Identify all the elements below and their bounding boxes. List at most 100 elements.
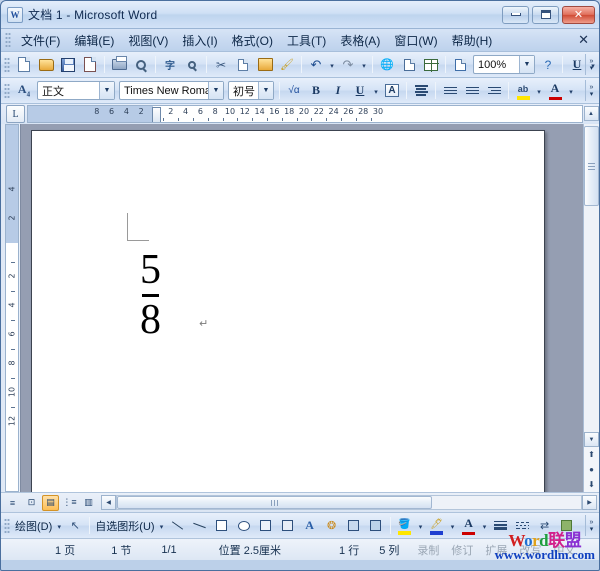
permission-icon[interactable] bbox=[79, 54, 101, 75]
drawing-toolbar-grip[interactable] bbox=[4, 518, 10, 534]
draw-menu-button[interactable]: 绘图(D) bbox=[13, 518, 54, 534]
arrow-style-icon[interactable]: ⇄ bbox=[534, 515, 556, 536]
standard-toolbar-grip[interactable] bbox=[4, 57, 10, 73]
cut-icon[interactable]: ✂ bbox=[210, 54, 232, 75]
underline-icon[interactable]: U bbox=[349, 80, 371, 101]
menu-grip-handle[interactable] bbox=[5, 32, 11, 48]
status-language[interactable]: 中文 bbox=[547, 542, 581, 558]
fraction-field[interactable]: 5 8 bbox=[140, 249, 161, 341]
menu-tools[interactable]: 工具(T) bbox=[280, 29, 333, 52]
line-color-icon[interactable]: 🖊 bbox=[426, 515, 448, 536]
increase-indent-icon[interactable] bbox=[483, 80, 505, 101]
previous-page-button[interactable]: ⬆ bbox=[584, 447, 599, 462]
normal-view-icon[interactable]: ≡ bbox=[4, 495, 21, 511]
numbered-list-icon[interactable] bbox=[439, 80, 461, 101]
paste-icon[interactable] bbox=[254, 54, 276, 75]
highlight-icon[interactable]: ab bbox=[512, 80, 534, 101]
menu-view[interactable]: 视图(V) bbox=[121, 29, 175, 52]
status-extend[interactable]: 扩展 bbox=[479, 542, 513, 558]
vertical-scrollbar[interactable]: ▼ ⬆ ● ⬇ bbox=[583, 124, 599, 492]
status-revision[interactable]: 修订 bbox=[445, 542, 479, 558]
copy-icon[interactable] bbox=[232, 54, 254, 75]
underline-dropdown-arrow[interactable]: ▾ bbox=[371, 80, 381, 101]
character-border-icon[interactable]: A bbox=[381, 80, 403, 101]
line-style-icon[interactable] bbox=[490, 515, 512, 536]
horizontal-scrollbar[interactable]: ◀ ▶ bbox=[101, 495, 597, 511]
shadow-style-icon[interactable] bbox=[556, 515, 578, 536]
outline-view-icon[interactable]: ⋮≡ bbox=[61, 495, 78, 511]
line-icon[interactable] bbox=[167, 515, 189, 536]
minimize-button[interactable] bbox=[502, 6, 529, 24]
formatting-toolbar-grip[interactable] bbox=[4, 83, 10, 99]
text-box-icon[interactable] bbox=[255, 515, 277, 536]
document-page[interactable]: 5 8 ↵ bbox=[31, 130, 545, 492]
tab-selector-button[interactable]: L bbox=[6, 105, 25, 123]
redo-icon[interactable]: ↷ bbox=[337, 54, 359, 75]
document-canvas[interactable]: 5 8 ↵ bbox=[20, 124, 583, 492]
web-layout-view-icon[interactable]: ⊡ bbox=[23, 495, 40, 511]
horizontal-scroll-track[interactable] bbox=[116, 495, 582, 510]
align-center-icon[interactable] bbox=[410, 80, 432, 101]
insert-diagram-icon[interactable]: ❂ bbox=[321, 515, 343, 536]
standard-toolbar-overflow-button[interactable]: »▾ bbox=[585, 54, 597, 75]
menu-help[interactable]: 帮助(H) bbox=[445, 29, 500, 52]
equation-icon[interactable]: √α bbox=[283, 80, 305, 101]
insert-wordart-icon[interactable]: A bbox=[299, 515, 321, 536]
autoshapes-menu-button[interactable]: 自选图形(U) bbox=[93, 518, 156, 534]
print-layout-view-icon[interactable]: ▤ bbox=[42, 495, 59, 511]
styles-and-formatting-icon[interactable]: A4 bbox=[13, 80, 35, 101]
fill-color-icon[interactable]: 🪣 bbox=[394, 515, 416, 536]
scroll-right-button[interactable]: ▶ bbox=[582, 495, 597, 510]
line-color-dropdown-arrow[interactable]: ▾ bbox=[448, 515, 458, 536]
save-icon[interactable] bbox=[57, 54, 79, 75]
style-dropdown-arrow[interactable]: ▼ bbox=[99, 82, 114, 99]
print-icon[interactable] bbox=[108, 54, 130, 75]
insert-table-icon[interactable] bbox=[420, 54, 442, 75]
font-color-draw-dropdown-arrow[interactable]: ▾ bbox=[480, 515, 490, 536]
drawing-toolbar-overflow-button[interactable]: »▾ bbox=[585, 515, 597, 536]
vertical-scroll-track[interactable] bbox=[584, 124, 599, 432]
font-color-dropdown-arrow[interactable]: ▾ bbox=[566, 80, 576, 101]
help-icon[interactable]: ? bbox=[537, 54, 559, 75]
menu-edit[interactable]: 编辑(E) bbox=[67, 29, 121, 52]
italic-icon[interactable]: I bbox=[327, 80, 349, 101]
font-dropdown-arrow[interactable]: ▼ bbox=[208, 82, 223, 99]
font-size-combo[interactable]: 初号 ▼ bbox=[228, 81, 274, 100]
research-icon[interactable] bbox=[181, 54, 203, 75]
select-browse-object-button[interactable]: ● bbox=[584, 462, 599, 477]
menu-insert[interactable]: 插入(I) bbox=[175, 29, 224, 52]
oval-icon[interactable] bbox=[233, 515, 255, 536]
tables-and-borders-icon[interactable] bbox=[398, 54, 420, 75]
redo-dropdown-arrow[interactable]: ▾ bbox=[359, 54, 369, 75]
menu-file[interactable]: 文件(F) bbox=[14, 29, 67, 52]
draw-menu-arrow[interactable]: ▾ bbox=[54, 515, 64, 536]
close-document-button[interactable]: ✕ bbox=[578, 32, 589, 48]
insert-clip-art-icon[interactable] bbox=[343, 515, 365, 536]
close-window-button[interactable]: ✕ bbox=[562, 6, 595, 24]
scroll-up-button[interactable]: ▲ bbox=[584, 106, 599, 121]
format-painter-icon[interactable]: 🖌 bbox=[276, 54, 298, 75]
vertical-ruler[interactable]: 4224681012 bbox=[5, 124, 19, 492]
vertical-scroll-thumb[interactable] bbox=[584, 126, 599, 206]
undo-icon[interactable]: ↶ bbox=[305, 54, 327, 75]
select-objects-icon[interactable]: ↖ bbox=[64, 515, 86, 536]
bold-icon[interactable]: B bbox=[305, 80, 327, 101]
insert-picture-icon[interactable] bbox=[365, 515, 387, 536]
status-record[interactable]: 录制 bbox=[405, 542, 445, 558]
rectangle-icon[interactable] bbox=[211, 515, 233, 536]
print-preview-icon[interactable] bbox=[130, 54, 152, 75]
undo-dropdown-arrow[interactable]: ▾ bbox=[327, 54, 337, 75]
new-document-icon[interactable] bbox=[13, 54, 35, 75]
spelling-check-icon[interactable]: 字 bbox=[159, 54, 181, 75]
zoom-dropdown-arrow[interactable]: ▼ bbox=[519, 56, 534, 73]
vertical-text-box-icon[interactable] bbox=[277, 515, 299, 536]
font-combo[interactable]: Times New Roma ▼ bbox=[119, 81, 224, 100]
scroll-left-button[interactable]: ◀ bbox=[101, 495, 116, 510]
bulleted-list-icon[interactable] bbox=[461, 80, 483, 101]
highlight-dropdown-arrow[interactable]: ▾ bbox=[534, 80, 544, 101]
insert-hyperlink-icon[interactable]: 🌐 bbox=[376, 54, 398, 75]
open-icon[interactable] bbox=[35, 54, 57, 75]
horizontal-scroll-thumb[interactable] bbox=[117, 496, 432, 509]
next-page-button[interactable]: ⬇ bbox=[584, 477, 599, 492]
reading-layout-view-icon[interactable]: ▥ bbox=[80, 495, 97, 511]
